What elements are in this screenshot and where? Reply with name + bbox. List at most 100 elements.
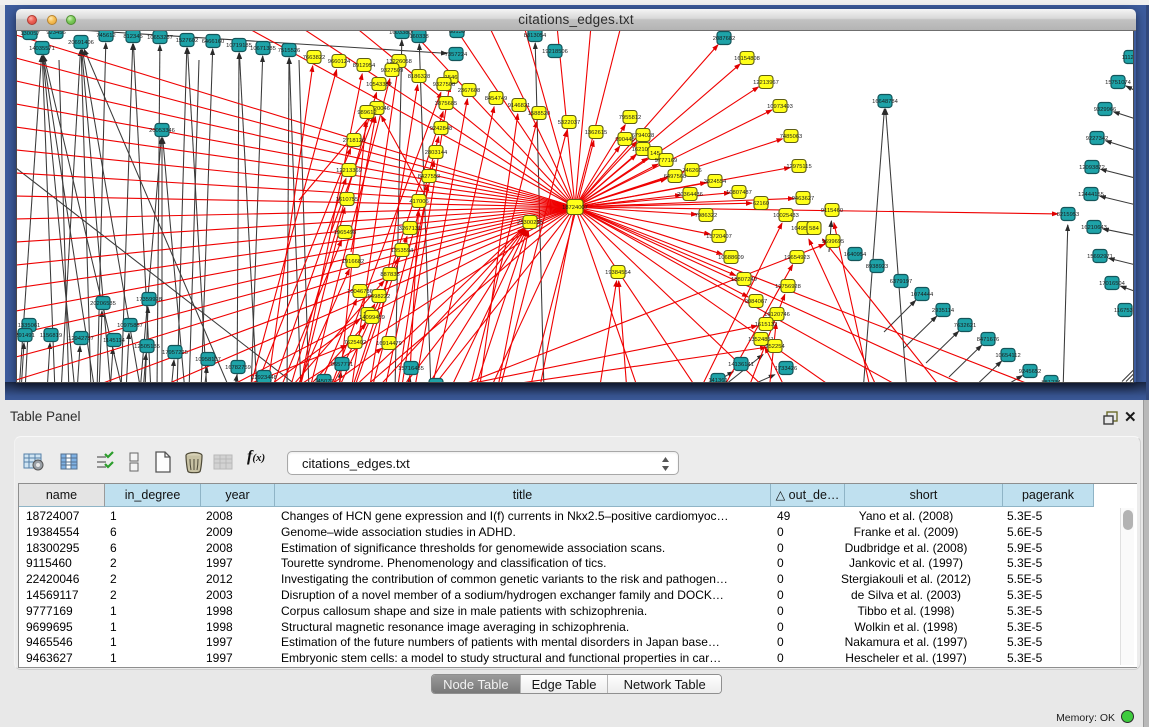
- svg-text:62160: 62160: [753, 201, 769, 207]
- svg-text:5322037: 5322037: [558, 120, 581, 126]
- svg-text:16914479: 16914479: [376, 341, 402, 347]
- svg-text:9115460: 9115460: [821, 208, 843, 214]
- svg-text:18724007: 18724007: [562, 205, 588, 211]
- svg-text:7986322: 7986322: [695, 213, 718, 219]
- svg-text:8186328: 8186328: [408, 74, 431, 80]
- svg-text:16210643: 16210643: [1081, 225, 1107, 231]
- svg-text:16154808: 16154808: [734, 56, 760, 62]
- svg-text:15692971: 15692971: [1087, 254, 1113, 260]
- svg-text:10719185: 10719185: [226, 43, 252, 49]
- svg-text:8938923: 8938923: [866, 264, 889, 270]
- svg-text:12942737: 12942737: [68, 336, 94, 342]
- svg-text:1156819: 1156819: [40, 333, 62, 339]
- svg-text:10654112: 10654112: [995, 353, 1020, 359]
- svg-text:9699695: 9699695: [822, 239, 845, 245]
- svg-text:8215953: 8215953: [1057, 212, 1080, 218]
- svg-text:9327508: 9327508: [433, 82, 456, 88]
- svg-text:9084067: 9084067: [745, 299, 768, 305]
- svg-text:10688609: 10688609: [718, 255, 744, 261]
- svg-text:3824554: 3824554: [704, 179, 727, 185]
- svg-text:945077: 945077: [314, 379, 333, 382]
- svg-text:17957225: 17957225: [162, 350, 188, 356]
- svg-text:19218506: 19218506: [542, 49, 568, 55]
- svg-text:9777169: 9777169: [655, 158, 678, 164]
- svg-text:15716485: 15716485: [398, 366, 424, 372]
- svg-text:7625402: 7625402: [344, 340, 367, 346]
- svg-text:812345: 812345: [123, 34, 142, 40]
- svg-text:8471676: 8471676: [977, 337, 1000, 343]
- svg-text:16782759: 16782759: [225, 365, 251, 371]
- svg-text:19756928: 19756928: [775, 284, 801, 290]
- svg-text:12093872: 12093872: [1079, 165, 1105, 171]
- svg-text:8454749: 8454749: [485, 96, 508, 102]
- svg-text:12213369: 12213369: [336, 168, 362, 174]
- svg-text:111238: 111238: [1122, 55, 1134, 61]
- svg-text:1965498: 1965498: [334, 230, 357, 236]
- svg-text:10975867: 10975867: [117, 323, 143, 329]
- svg-text:6466160: 6466160: [202, 39, 225, 45]
- svg-text:10025433: 10025433: [773, 213, 799, 219]
- svg-text:9660124: 9660124: [328, 59, 351, 65]
- svg-text:2935114: 2935114: [932, 308, 955, 314]
- svg-text:746266: 746266: [682, 168, 701, 174]
- svg-text:391491: 391491: [16, 333, 35, 339]
- svg-text:7663822: 7663822: [303, 55, 326, 61]
- svg-text:5498222: 5498222: [368, 294, 391, 300]
- svg-text:15720407: 15720407: [706, 234, 732, 240]
- svg-text:14099489: 14099489: [359, 315, 385, 321]
- svg-text:12923448: 12923448: [251, 375, 277, 381]
- svg-text:9245652: 9245652: [1019, 369, 1042, 375]
- svg-text:7515526: 7515526: [278, 48, 301, 54]
- svg-text:20053346: 20053346: [149, 128, 175, 134]
- svg-text:3875685: 3875685: [435, 101, 458, 107]
- svg-text:1527602: 1527602: [176, 38, 199, 44]
- svg-text:19654923: 19654923: [784, 255, 810, 261]
- svg-text:7632621: 7632621: [954, 323, 977, 329]
- svg-text:10671385: 10671385: [250, 46, 276, 52]
- svg-text:12975115: 12975115: [786, 164, 811, 170]
- svg-text:8813054: 8813054: [524, 33, 547, 39]
- svg-text:1167533: 1167533: [1114, 308, 1134, 314]
- svg-text:9242848: 9242848: [430, 126, 453, 132]
- svg-text:252254: 252254: [765, 344, 785, 350]
- svg-text:25300235: 25300235: [517, 220, 543, 226]
- svg-text:14136141: 14136141: [728, 362, 754, 368]
- svg-text:20691406: 20691406: [68, 40, 94, 46]
- svg-text:9657771: 9657771: [331, 362, 354, 368]
- svg-text:9146821: 9146821: [508, 103, 531, 109]
- svg-text:12505135: 12505135: [134, 344, 160, 350]
- svg-text:2718126: 2718126: [343, 138, 366, 144]
- svg-text:1074444: 1074444: [911, 292, 934, 298]
- svg-text:10958107: 10958107: [195, 357, 221, 363]
- svg-text:88130: 88130: [449, 31, 465, 35]
- svg-text:1353594: 1353594: [391, 248, 414, 254]
- svg-text:1733426: 1733426: [775, 366, 798, 372]
- svg-text:1640954: 1640954: [844, 252, 867, 258]
- svg-text:1615132: 1615132: [755, 322, 778, 328]
- svg-text:989612: 989612: [357, 110, 376, 116]
- svg-text:745612: 745612: [96, 33, 115, 39]
- svg-text:3267130: 3267130: [399, 226, 422, 232]
- svg-text:12213967: 12213967: [753, 80, 779, 86]
- svg-text:923456: 923456: [46, 31, 65, 36]
- svg-text:10807487: 10807487: [726, 190, 752, 196]
- svg-text:160338: 160338: [409, 34, 428, 40]
- svg-text:15751074: 15751074: [1105, 80, 1132, 86]
- svg-text:2367608: 2367608: [458, 88, 481, 94]
- svg-text:9463627: 9463627: [792, 196, 815, 202]
- svg-text:887835: 887835: [380, 272, 399, 278]
- svg-text:17359928: 17359928: [136, 297, 162, 303]
- svg-text:20206535: 20206535: [90, 301, 116, 307]
- svg-text:7357224: 7357224: [445, 52, 468, 58]
- svg-text:1916682: 1916682: [342, 259, 365, 265]
- svg-text:130057: 130057: [20, 31, 39, 37]
- svg-text:8912954: 8912954: [353, 63, 376, 69]
- svg-text:881234: 881234: [1041, 380, 1061, 382]
- svg-text:7485063: 7485063: [780, 134, 803, 140]
- svg-text:2087682: 2087682: [713, 36, 736, 42]
- svg-text:1145114: 1145114: [103, 338, 125, 344]
- svg-text:16648784: 16648784: [872, 99, 899, 105]
- svg-text:1610755: 1610755: [336, 197, 359, 203]
- svg-text:145: 145: [650, 151, 660, 157]
- svg-text:18807249: 18807249: [731, 277, 757, 283]
